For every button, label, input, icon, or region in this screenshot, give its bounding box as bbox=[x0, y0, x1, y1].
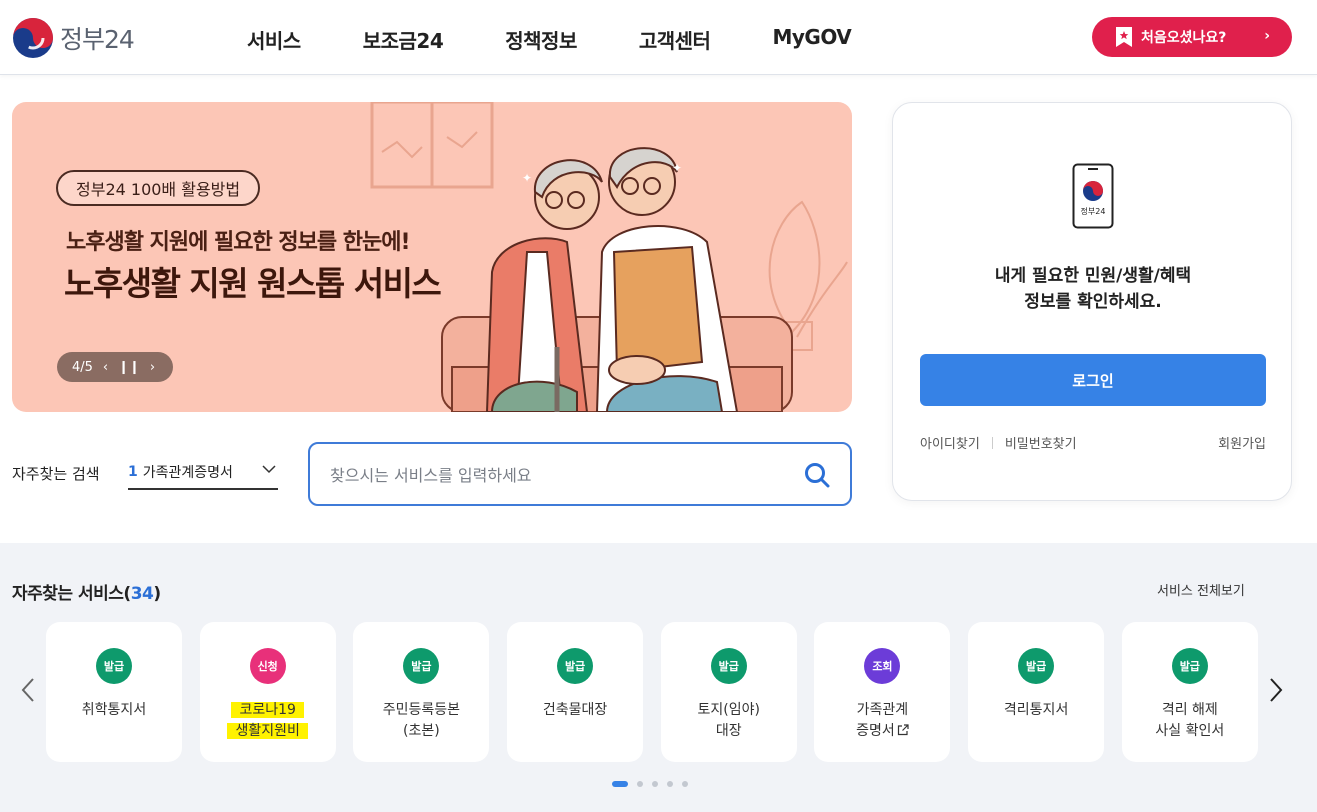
svg-text:✦: ✦ bbox=[672, 161, 682, 175]
banner-page-indicator: 4/5 bbox=[72, 359, 93, 375]
view-all-services-link[interactable]: 서비스 전체보기 bbox=[1157, 580, 1245, 599]
find-password-link[interactable]: 비밀번호찾기 bbox=[1005, 433, 1077, 452]
service-card-line1: 격리 해제 bbox=[1161, 702, 1218, 718]
hero-banner[interactable]: ✦ ✦ 정부24 100배 활용방법 노후생활 지원에 필요한 정보를 한눈에!… bbox=[12, 102, 852, 412]
issue-badge: 발급 bbox=[557, 648, 594, 684]
login-button[interactable]: 로그인 bbox=[920, 354, 1266, 406]
nav-subsidy24[interactable]: 보조금24 bbox=[363, 25, 444, 54]
apply-badge: 신청 bbox=[249, 648, 286, 684]
service-card-line2: (초본) bbox=[403, 723, 440, 739]
service-card-label: 격리통지서 bbox=[968, 700, 1104, 721]
main-nav: 서비스 보조금24 정책정보 고객센터 MyGOV bbox=[247, 25, 913, 54]
issue-badge: 발급 bbox=[1171, 648, 1208, 684]
service-card-line2: 증명서 bbox=[856, 723, 895, 739]
taegeuk-logo-icon bbox=[13, 18, 53, 58]
banner-title: 노후생활 지원 원스톱 서비스 bbox=[64, 264, 442, 303]
pause-icon[interactable]: ❙❙ bbox=[118, 360, 140, 375]
frequent-search-rank: 1 bbox=[128, 464, 138, 480]
find-id-link[interactable]: 아이디찾기 bbox=[920, 433, 980, 452]
bookmark-icon bbox=[1116, 27, 1132, 47]
service-card-line1: 토지(임야) bbox=[697, 702, 760, 718]
divider bbox=[991, 436, 993, 449]
banner-carousel-controls: 4/5 ‹ ❙❙ › bbox=[57, 352, 173, 382]
svg-text:✦: ✦ bbox=[522, 171, 532, 185]
frequent-services-section: 자주찾는 서비스(34) 서비스 전체보기 발급 취학통지서 신청 코로나19 … bbox=[0, 543, 1317, 812]
service-card-line1: 건축물대장 bbox=[542, 702, 608, 718]
frequent-search-dropdown[interactable]: 1 가족관계증명서 bbox=[128, 456, 278, 490]
login-links: 아이디찾기 비밀번호찾기 회원가입 bbox=[920, 433, 1266, 452]
login-message-line2: 정보를 확인하세요. bbox=[1024, 292, 1162, 312]
service-card-label: 토지(임야) 대장 bbox=[661, 700, 797, 742]
service-card-line2: 생활지원비 bbox=[227, 723, 308, 739]
nav-policy-info[interactable]: 정책정보 bbox=[505, 25, 577, 54]
pagination-dot[interactable] bbox=[652, 781, 658, 787]
service-card-line1: 취학통지서 bbox=[81, 702, 147, 718]
service-card-building-register[interactable]: 발급 건축물대장 bbox=[507, 622, 644, 762]
prev-slide-icon[interactable]: ‹ bbox=[103, 360, 108, 375]
inquiry-badge: 조회 bbox=[864, 648, 901, 684]
logo-text: 정부24 bbox=[60, 25, 135, 54]
issue-badge: 발급 bbox=[1018, 648, 1055, 684]
smartphone-icon: 정부24 bbox=[1072, 163, 1114, 229]
nav-customer-center[interactable]: 고객센터 bbox=[639, 25, 711, 54]
carousel-prev-icon[interactable] bbox=[18, 676, 38, 704]
first-visit-button[interactable]: 처음오셨나요? › bbox=[1092, 17, 1292, 57]
pagination-dot[interactable] bbox=[637, 781, 643, 787]
search-icon[interactable] bbox=[804, 462, 830, 488]
service-card-line1: 격리통지서 bbox=[1003, 702, 1069, 718]
service-search-box bbox=[308, 442, 852, 506]
service-card-line1: 주민등록등본 bbox=[382, 702, 461, 718]
service-card-line2: 대장 bbox=[715, 723, 742, 739]
site-header: 정부24 서비스 보조금24 정책정보 고객센터 MyGOV 처음오셨나요? › bbox=[0, 0, 1317, 75]
service-card-label: 취학통지서 bbox=[46, 700, 182, 721]
device-label: 정부24 bbox=[1081, 206, 1106, 216]
service-card-covid-support[interactable]: 신청 코로나19 생활지원비 bbox=[199, 622, 336, 762]
frequent-services-count: 34 bbox=[130, 584, 154, 604]
pagination-dot[interactable] bbox=[612, 781, 628, 787]
first-visit-label: 처음오셨나요? bbox=[1141, 30, 1227, 46]
service-card-line1: 코로나19 bbox=[231, 702, 304, 718]
service-card-enrollment-notice[interactable]: 발급 취학통지서 bbox=[46, 622, 182, 762]
frequent-search-term: 가족관계증명서 bbox=[142, 465, 233, 481]
external-link-icon bbox=[897, 724, 909, 736]
signup-link[interactable]: 회원가입 bbox=[1218, 433, 1266, 452]
next-slide-icon[interactable]: › bbox=[150, 360, 155, 375]
service-card-label: 주민등록등본 (초본) bbox=[353, 700, 489, 742]
service-card-label: 가족관계 증명서 bbox=[814, 700, 950, 742]
pagination-dot[interactable] bbox=[667, 781, 673, 787]
frequent-services-title: 자주찾는 서비스(34) bbox=[12, 584, 161, 604]
service-card-label: 건축물대장 bbox=[507, 700, 643, 721]
nav-services[interactable]: 서비스 bbox=[247, 25, 301, 54]
service-card-label: 격리 해제 사실 확인서 bbox=[1122, 700, 1258, 742]
login-message: 내게 필요한 민원/생활/혜택 정보를 확인하세요. bbox=[893, 263, 1293, 315]
issue-badge: 발급 bbox=[96, 648, 132, 684]
carousel-pagination bbox=[612, 781, 688, 787]
banner-subtitle: 노후생활 지원에 필요한 정보를 한눈에! bbox=[66, 230, 411, 255]
service-card-line1: 가족관계 bbox=[856, 702, 909, 718]
service-cards: 발급 취학통지서 신청 코로나19 생활지원비 발급 주민등록등본 (초본) 발… bbox=[46, 622, 1276, 762]
login-card: 정부24 내게 필요한 민원/생활/혜택 정보를 확인하세요. 로그인 아이디찾… bbox=[892, 102, 1292, 501]
site-logo[interactable]: 정부24 bbox=[12, 17, 135, 59]
frequent-search-label: 자주찾는 검색 bbox=[12, 465, 100, 483]
service-card-quarantine-release[interactable]: 발급 격리 해제 사실 확인서 bbox=[1121, 622, 1258, 762]
pagination-dot[interactable] bbox=[682, 781, 688, 787]
service-card-land-register[interactable]: 발급 토지(임야) 대장 bbox=[660, 622, 797, 762]
service-card-quarantine-notice[interactable]: 발급 격리통지서 bbox=[968, 622, 1105, 762]
frequent-services-title-text: 자주찾는 서비스 bbox=[12, 584, 124, 604]
search-input[interactable] bbox=[330, 460, 790, 490]
chevron-down-icon bbox=[262, 465, 276, 474]
issue-badge: 발급 bbox=[403, 648, 440, 684]
service-card-family-relation[interactable]: 조회 가족관계 증명서 bbox=[814, 622, 951, 762]
issue-badge: 발급 bbox=[710, 648, 747, 684]
nav-mygov[interactable]: MyGOV bbox=[772, 25, 851, 54]
login-message-line1: 내게 필요한 민원/생활/혜택 bbox=[994, 266, 1192, 286]
service-card-resident-registration[interactable]: 발급 주민등록등본 (초본) bbox=[353, 622, 490, 762]
banner-tag: 정부24 100배 활용방법 bbox=[56, 170, 261, 206]
service-card-line2: 사실 확인서 bbox=[1155, 723, 1225, 739]
service-card-label: 코로나19 생활지원비 bbox=[200, 700, 336, 742]
chevron-right-icon: › bbox=[1264, 28, 1270, 44]
